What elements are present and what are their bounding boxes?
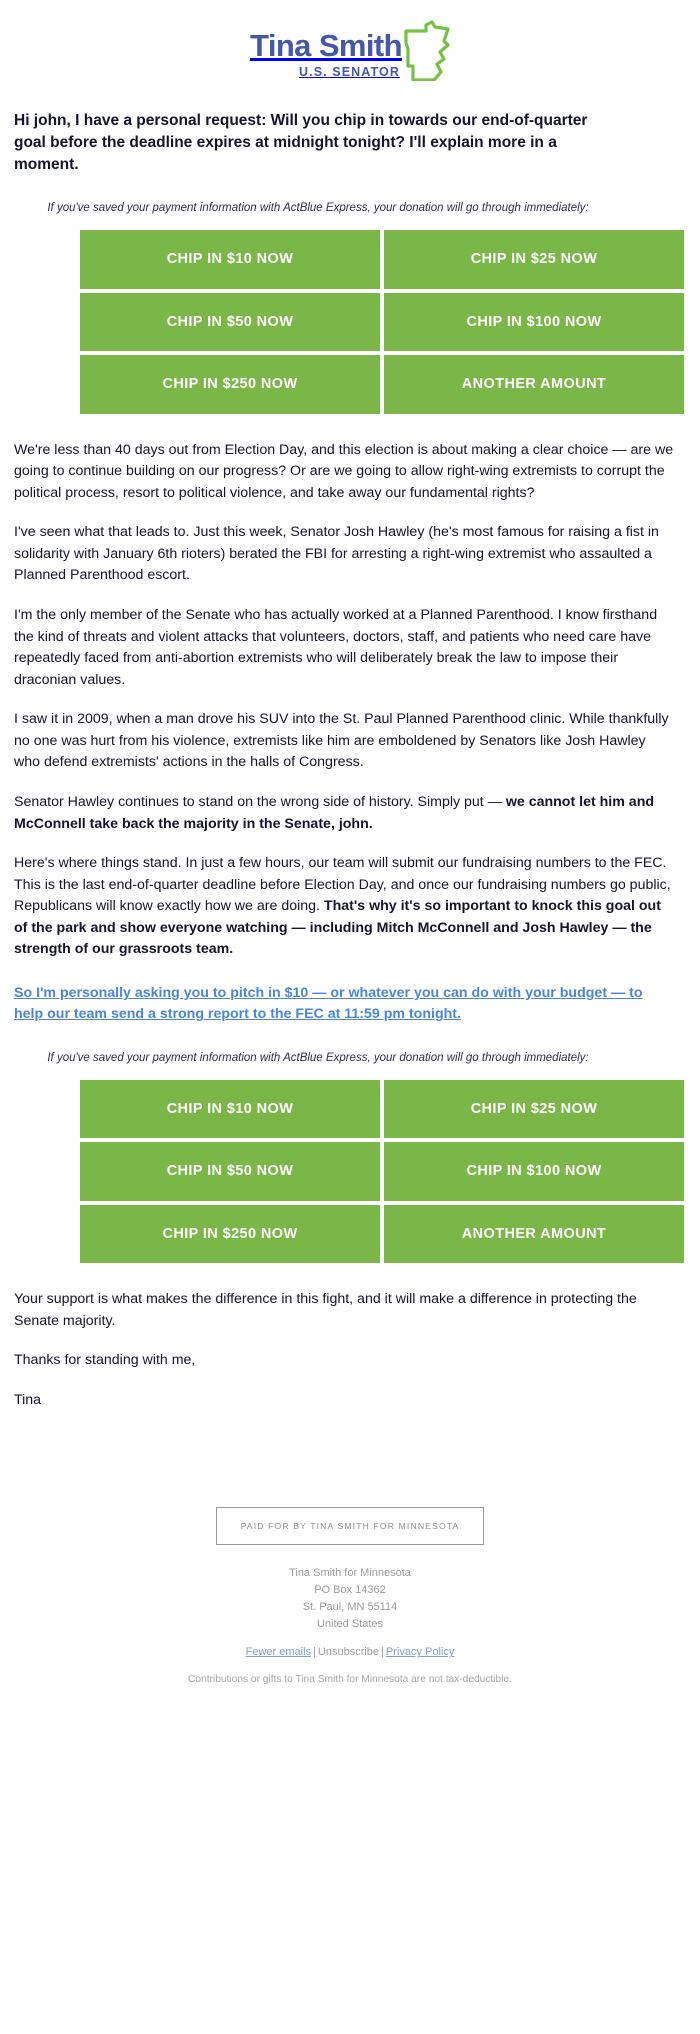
donation-cell: CHIP IN $250 NOW [80, 1204, 380, 1264]
paragraph-1: We're less than 40 days out from Electio… [14, 441, 674, 501]
chip-in-50-button-bottom[interactable]: CHIP IN $50 NOW [80, 1142, 380, 1201]
donation-block-bottom: If you've saved your payment information… [14, 1051, 684, 1268]
footer-link-separator-2: | [381, 1646, 384, 1659]
paragraph-7: Your support is what makes the differenc… [14, 1291, 637, 1329]
donation-cell: CHIP IN $100 NOW [384, 292, 684, 351]
donation-cell: CHIP IN $10 NOW [80, 230, 380, 289]
donation-block-top: If you've saved your payment information… [14, 202, 684, 418]
another-amount-button-top[interactable]: ANOTHER AMOUNT [384, 355, 684, 414]
chip-in-100-button-top[interactable]: CHIP IN $100 NOW [384, 292, 684, 351]
mailing-address: Tina Smith for Minnesota PO Box 14362 St… [0, 1565, 700, 1632]
donation-row: CHIP IN $10 NOW CHIP IN $25 NOW [80, 230, 684, 289]
donation-cell: ANOTHER AMOUNT [384, 355, 684, 414]
letter-closing: Your support is what makes the differenc… [14, 1289, 674, 1411]
paragraph-5: Senator Hawley continues to stand on the… [14, 792, 674, 835]
personal-ask-link[interactable]: So I'm personally asking you to pitch in… [14, 985, 643, 1022]
donation-cell: CHIP IN $100 NOW [384, 1142, 684, 1201]
address-line-organization: Tina Smith for Minnesota [289, 1567, 411, 1580]
chip-in-250-button-bottom[interactable]: CHIP IN $250 NOW [80, 1204, 380, 1264]
another-amount-button-bottom[interactable]: ANOTHER AMOUNT [384, 1204, 684, 1264]
donation-cell: CHIP IN $250 NOW [80, 355, 380, 414]
chip-in-25-button-bottom[interactable]: CHIP IN $25 NOW [384, 1079, 684, 1139]
chip-in-100-button-bottom[interactable]: CHIP IN $100 NOW [384, 1142, 684, 1201]
chip-in-10-button-bottom[interactable]: CHIP IN $10 NOW [80, 1079, 380, 1139]
donation-cell: CHIP IN $50 NOW [80, 1142, 380, 1201]
actblue-express-note-top: If you've saved your payment information… [47, 202, 589, 214]
donation-button-grid-top: CHIP IN $10 NOW CHIP IN $25 NOW CHIP IN … [76, 226, 688, 418]
email-page: Tina Smith U.S. SENATOR Hi john, I have … [0, 0, 700, 1725]
address-line-city-state-zip: St. Paul, MN 55114 [302, 1600, 398, 1613]
logo-subtitle: U.S. SENATOR [299, 65, 400, 79]
donation-cell: CHIP IN $25 NOW [384, 230, 684, 289]
privacy-policy-link[interactable]: Privacy Policy [386, 1646, 454, 1658]
donation-row: CHIP IN $250 NOW ANOTHER AMOUNT [80, 355, 684, 414]
address-line-po-box: PO Box 14362 [314, 1584, 386, 1597]
email-footer: PAID FOR BY TINA SMITH FOR MINNESOTA Tin… [0, 1507, 700, 1725]
email-header: Tina Smith U.S. SENATOR [0, 0, 700, 96]
donation-cell: ANOTHER AMOUNT [384, 1204, 684, 1264]
paragraph-donation-link: So I'm personally asking you to pitch in… [14, 983, 674, 1026]
logo-candidate-name: Tina Smith [250, 28, 403, 63]
donation-row: CHIP IN $250 NOW ANOTHER AMOUNT [80, 1204, 684, 1264]
paragraph-8: Thanks for standing with me, [14, 1352, 196, 1369]
donation-cell: CHIP IN $10 NOW [80, 1079, 380, 1139]
paragraph-5-lead: Senator Hawley continues to stand on the… [14, 794, 506, 811]
actblue-express-note-bottom: If you've saved your payment information… [47, 1051, 589, 1064]
footer-link-separator-1: | [313, 1646, 316, 1659]
donation-row: CHIP IN $50 NOW CHIP IN $100 NOW [80, 1142, 684, 1201]
signature: Tina [14, 1391, 42, 1408]
unsubscribe-link[interactable]: Unsubscribe [318, 1646, 379, 1658]
chip-in-250-button-top[interactable]: CHIP IN $250 NOW [80, 355, 380, 414]
campaign-logo[interactable]: Tina Smith U.S. SENATOR [250, 18, 450, 86]
donation-row: CHIP IN $50 NOW CHIP IN $100 NOW [80, 292, 684, 351]
footer-links: Fewer emails | Unsubscribe | Privacy Policy [0, 1646, 700, 1658]
paragraph-6: Here's where things stand. In just a few… [14, 853, 674, 961]
donation-button-grid-bottom: CHIP IN $10 NOW CHIP IN $25 NOW CHIP IN … [76, 1076, 688, 1268]
donation-cell: CHIP IN $50 NOW [80, 292, 380, 351]
paragraph-2: I've seen what that leads to. Just this … [14, 524, 659, 584]
tax-deductible-disclaimer: Contributions or gifts to Tina Smith for… [188, 1674, 512, 1686]
chip-in-25-button-top[interactable]: CHIP IN $25 NOW [384, 230, 684, 289]
donation-row: CHIP IN $10 NOW CHIP IN $25 NOW [80, 1079, 684, 1139]
chip-in-50-button-top[interactable]: CHIP IN $50 NOW [80, 292, 380, 351]
paid-for-disclaimer-box: PAID FOR BY TINA SMITH FOR MINNESOTA [215, 1507, 485, 1546]
donation-cell: CHIP IN $25 NOW [384, 1079, 684, 1139]
headline: Hi john, I have a personal request: Will… [14, 112, 588, 173]
email-body: Hi john, I have a personal request: Will… [0, 110, 684, 1411]
chip-in-10-button-top[interactable]: CHIP IN $10 NOW [80, 230, 380, 289]
paragraph-4: I saw it in 2009, when a man drove his S… [14, 711, 669, 771]
paragraph-3: I'm the only member of the Senate who ha… [14, 606, 658, 688]
fewer-emails-link[interactable]: Fewer emails [246, 1646, 311, 1658]
logo-wordmark: Tina Smith U.S. SENATOR [250, 18, 403, 79]
minnesota-outline-icon [404, 19, 450, 86]
letter-body: We're less than 40 days out from Electio… [14, 440, 674, 1026]
address-line-country: United States [316, 1617, 384, 1630]
